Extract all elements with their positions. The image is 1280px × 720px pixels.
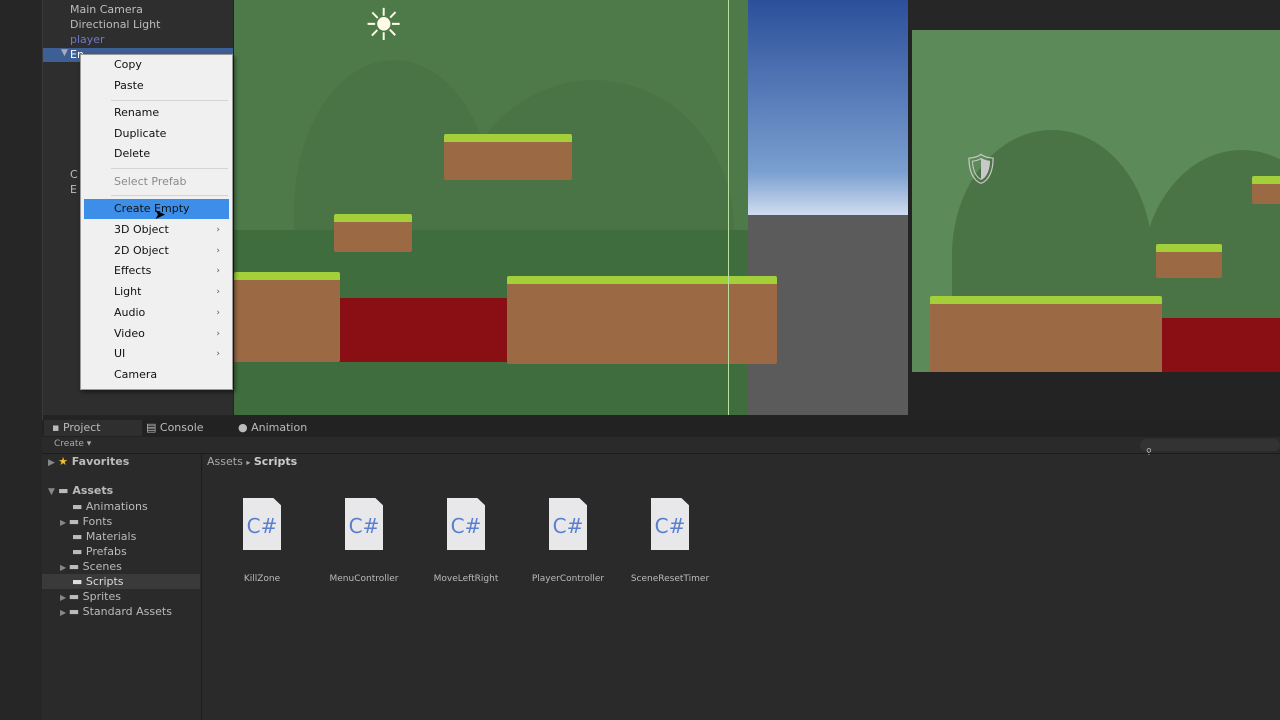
folder-item-selected[interactable]: ▬ Scripts (72, 575, 124, 588)
console-icon: ▤ (146, 421, 160, 434)
camera-bounds (728, 0, 729, 415)
script-file[interactable]: C# SceneResetTimer (620, 498, 720, 584)
folder-icon: ▬ (68, 590, 80, 603)
menu-item-video[interactable]: Video › (81, 324, 232, 344)
platform (234, 272, 340, 362)
menu-item-copy[interactable]: Copy (81, 55, 232, 75)
platform (334, 214, 412, 252)
game-view-toolbar (908, 0, 1280, 30)
menu-item-paste[interactable]: Paste (81, 76, 232, 96)
mouse-cursor-icon: ➤ (154, 207, 166, 223)
folder-item[interactable]: ▬ Animations (72, 500, 148, 513)
hierarchy-item[interactable]: Directional Light (70, 18, 160, 31)
assets-item[interactable]: ▼ ▬ Assets (48, 484, 113, 497)
star-icon: ★ (58, 455, 68, 468)
script-file[interactable]: C# MoveLeftRight (416, 498, 516, 584)
menu-item-3d-object[interactable]: 3D Object › (81, 220, 232, 240)
folder-icon: ▪ (52, 421, 63, 434)
expand-arrow-icon[interactable]: ▼ (61, 48, 68, 58)
script-file[interactable]: C# MenuController (314, 498, 414, 584)
folder-icon: ▬ (72, 530, 83, 543)
menu-item-light[interactable]: Light › (81, 282, 232, 302)
menu-item-ui[interactable]: UI › (81, 344, 232, 364)
folder-icon: ▬ (72, 500, 83, 513)
folder-item[interactable]: ▬ Prefabs (72, 545, 127, 558)
script-file[interactable]: C# KillZone (212, 498, 312, 584)
chevron-right-icon: › (216, 349, 220, 359)
folder-item[interactable]: ▶ ▬ Sprites (60, 590, 121, 603)
game-view: 🛡 (912, 30, 1280, 372)
skybox (748, 0, 908, 215)
hierarchy-item[interactable]: E (70, 183, 77, 196)
folder-item[interactable]: ▶ ▬ Standard Assets (60, 605, 172, 618)
csharp-file-icon: C# (345, 498, 383, 550)
csharp-file-icon: C# (549, 498, 587, 550)
folder-icon: ▬ (68, 515, 80, 528)
left-strip (0, 0, 43, 720)
hierarchy-item[interactable]: player (70, 33, 105, 46)
context-menu: Copy Paste Rename Duplicate Delete Selec… (80, 54, 233, 390)
folder-icon: ▬ (68, 560, 80, 573)
breadcrumb: Assets ▸ Scripts (207, 455, 298, 468)
chevron-right-icon: › (216, 266, 220, 276)
folder-icon: ▬ (72, 545, 83, 558)
folder-icon: ▬ (72, 575, 83, 588)
csharp-file-icon: C# (243, 498, 281, 550)
search-input[interactable]: ⚲ (1140, 439, 1280, 456)
sun-icon: ☀ (364, 0, 404, 51)
menu-item-select-prefab: Select Prefab (114, 175, 187, 188)
chevron-right-icon: › (216, 329, 220, 339)
menu-item-effects[interactable]: Effects › (81, 261, 232, 281)
clock-icon: ● (238, 421, 252, 434)
csharp-file-icon: C# (651, 498, 689, 550)
tab-console[interactable]: ▤ Console (146, 420, 204, 436)
script-file[interactable]: C# PlayerController (518, 498, 618, 584)
folder-icon: ▬ (68, 605, 80, 618)
chevron-right-icon: › (216, 246, 220, 256)
hierarchy-item[interactable]: C (70, 168, 78, 181)
tab-animation[interactable]: ● Animation (238, 420, 307, 436)
menu-item-duplicate[interactable]: Duplicate (81, 124, 232, 144)
search-icon: ⚲ (1146, 447, 1152, 456)
folder-item[interactable]: ▶ ▬ Scenes (60, 560, 122, 573)
platform (507, 276, 777, 364)
folder-item[interactable]: ▶ ▬ Fonts (60, 515, 112, 528)
hierarchy-item[interactable]: Main Camera (70, 3, 143, 16)
menu-item-delete[interactable]: Delete (81, 144, 232, 164)
chevron-right-icon: › (216, 225, 220, 235)
menu-item-2d-object[interactable]: 2D Object › (81, 241, 232, 261)
menu-item-audio[interactable]: Audio › (81, 303, 232, 323)
scene-view[interactable]: ☀ (234, 0, 908, 415)
chevron-right-icon: › (216, 308, 220, 318)
tab-project[interactable]: ▪ Project (44, 420, 142, 436)
player-sprite: 🛡 (962, 152, 1001, 187)
favorites-item[interactable]: ▶ ★ Favorites (48, 455, 129, 468)
folder-icon: ▬ (58, 484, 69, 497)
platform (444, 134, 572, 180)
chevron-right-icon: › (216, 287, 220, 297)
folder-item[interactable]: ▬ Materials (72, 530, 136, 543)
menu-item-rename[interactable]: Rename (81, 103, 232, 123)
csharp-file-icon: C# (447, 498, 485, 550)
create-dropdown[interactable]: Create ▾ (54, 439, 91, 449)
lava (334, 298, 510, 362)
menu-item-camera[interactable]: Camera (81, 365, 232, 385)
